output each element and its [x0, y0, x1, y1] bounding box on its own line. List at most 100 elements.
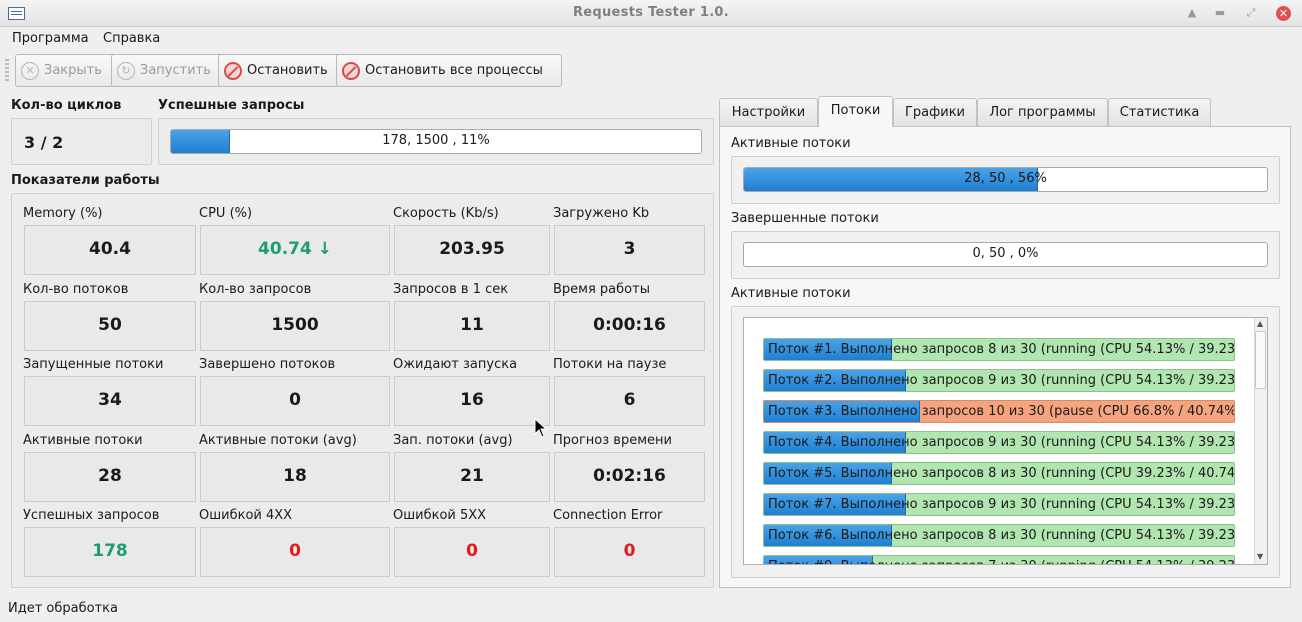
- metric-label: Ошибкой 5XX: [393, 508, 487, 523]
- status-bar: Идет обработка: [0, 598, 1302, 622]
- metric-label: Запросов в 1 сек: [393, 282, 509, 297]
- metric-value: 16: [394, 376, 550, 426]
- scroll-down-icon[interactable]: ▼: [1257, 552, 1263, 561]
- start-button-label: Запустить: [140, 63, 211, 78]
- toolbar: ✕ Закрыть ↻ Запустить Остановить Останов…: [0, 51, 1302, 89]
- metric-label: Активные потоки: [23, 433, 143, 448]
- tab-0[interactable]: Настройки: [719, 98, 818, 126]
- metric-value: 40.4: [24, 225, 196, 275]
- window-title: Requests Tester 1.0.: [572, 5, 730, 20]
- cycles-box: 3 / 2: [11, 118, 152, 165]
- thread-text: Поток #9. Выполнено запросов 7 из 30 (ru…: [768, 556, 1234, 564]
- metric-label: Прогноз времени: [553, 433, 672, 448]
- shade-icon[interactable]: ▲: [1184, 5, 1200, 21]
- thread-text: Поток #2. Выполнено запросов 9 из 30 (ru…: [768, 373, 1235, 388]
- menu-bar: Программа Справка: [0, 27, 1302, 51]
- thread-list[interactable]: Поток #1. Выполнено запросов 8 из 30 (ru…: [743, 317, 1268, 565]
- stop-button[interactable]: Остановить: [218, 54, 348, 87]
- metric-value: 0: [394, 527, 550, 577]
- maximize-icon[interactable]: ⤢: [1243, 5, 1259, 21]
- title-bar[interactable]: Requests Tester 1.0. ▲ ▬ ⤢ ✕: [0, 0, 1302, 27]
- metrics-title: Показатели работы: [11, 173, 160, 188]
- metric-value: 18: [200, 452, 390, 502]
- metric-value: 1500: [200, 301, 390, 351]
- toolbar-grip[interactable]: [5, 59, 9, 81]
- thread-text: Поток #7. Выполнено запросов 9 из 30 (ru…: [768, 497, 1235, 512]
- success-label: Успешные запросы: [158, 98, 305, 113]
- metric-value: 0: [554, 527, 705, 577]
- start-button[interactable]: ↻ Запустить: [111, 54, 230, 87]
- stop-all-button-label: Остановить все процессы: [365, 63, 543, 78]
- finished-threads-label: Завершенные потоки: [731, 211, 879, 226]
- active-threads-label: Активные потоки: [731, 136, 851, 151]
- stop-icon: [224, 61, 242, 80]
- metric-label: Ошибкой 4XX: [199, 508, 293, 523]
- metric-value: 28: [24, 452, 196, 502]
- start-icon: ↻: [117, 61, 135, 80]
- metric-label: Скорость (Kb/s): [393, 206, 499, 221]
- thread-item[interactable]: Поток #1. Выполнено запросов 8 из 30 (ru…: [763, 338, 1235, 361]
- menu-program[interactable]: Программа: [12, 31, 89, 46]
- tab-1[interactable]: Потоки: [818, 96, 893, 127]
- metric-label: Ожидают запуска: [393, 357, 518, 372]
- metric-label: Кол-во запросов: [199, 282, 312, 297]
- tab-2[interactable]: Графики: [893, 98, 977, 126]
- metric-label: Memory (%): [23, 206, 103, 221]
- success-progress: 178, 1500 , 11%: [170, 129, 702, 154]
- thread-item[interactable]: Поток #6. Выполнено запросов 8 из 30 (ru…: [763, 524, 1235, 547]
- thread-item[interactable]: Поток #5. Выполнено запросов 8 из 30 (ru…: [763, 462, 1235, 485]
- cycles-label: Кол-во циклов: [11, 98, 122, 113]
- scroll-up-icon[interactable]: ▲: [1257, 319, 1263, 328]
- mouse-cursor-icon: [534, 418, 548, 438]
- thread-item[interactable]: Поток #7. Выполнено запросов 9 из 30 (ru…: [763, 493, 1235, 516]
- thread-item[interactable]: Поток #3. Выполнено запросов 10 из 30 (p…: [763, 400, 1235, 423]
- metric-value: 40.74 ↓: [200, 225, 390, 275]
- metric-label: Connection Error: [553, 508, 663, 523]
- metric-label: Загружено Kb: [553, 206, 650, 221]
- metric-label: Кол-во потоков: [23, 282, 129, 297]
- scrollbar-thumb[interactable]: [1255, 331, 1266, 389]
- stop-button-label: Остановить: [247, 63, 328, 78]
- metric-label: Запущенные потоки: [23, 357, 164, 372]
- thread-text: Поток #4. Выполнено запросов 9 из 30 (ru…: [768, 435, 1235, 450]
- metric-value: 34: [24, 376, 196, 426]
- metric-label: Завершено потоков: [199, 357, 336, 372]
- thread-text: Поток #1. Выполнено запросов 8 из 30 (ru…: [768, 342, 1235, 357]
- thread-item[interactable]: Поток #2. Выполнено запросов 9 из 30 (ru…: [763, 369, 1235, 392]
- close-button-label: Закрыть: [44, 63, 102, 78]
- active-threads-progress: 28, 50 , 56%: [743, 167, 1268, 192]
- metric-value: 0:02:16: [554, 452, 705, 502]
- metric-value: 0: [200, 527, 390, 577]
- close-window-icon[interactable]: ✕: [1276, 6, 1291, 21]
- metric-label: Успешных запросов: [23, 508, 160, 523]
- thread-list-label: Активные потоки: [731, 286, 851, 301]
- close-circle-icon: ✕: [21, 61, 39, 80]
- active-threads-text: 28, 50 , 56%: [964, 171, 1047, 186]
- metric-label: CPU (%): [199, 206, 253, 221]
- metric-value: 21: [394, 452, 550, 502]
- metric-value: 3: [554, 225, 705, 275]
- thread-text: Поток #5. Выполнено запросов 8 из 30 (ru…: [768, 466, 1235, 481]
- stop-all-icon: [342, 61, 360, 80]
- status-text: Идет обработка: [8, 601, 118, 616]
- menu-help[interactable]: Справка: [103, 31, 160, 46]
- metric-value: 50: [24, 301, 196, 351]
- stop-all-button[interactable]: Остановить все процессы: [336, 54, 562, 87]
- tab-3[interactable]: Лог программы: [977, 98, 1108, 126]
- metric-value: 11: [394, 301, 550, 351]
- metric-label: Зап. потоки (avg): [393, 433, 513, 448]
- metric-value: 0: [200, 376, 390, 426]
- metric-label: Время работы: [553, 282, 650, 297]
- thread-item[interactable]: Поток #9. Выполнено запросов 7 из 30 (ru…: [763, 555, 1235, 564]
- metric-label: Потоки на паузе: [553, 357, 667, 372]
- close-button[interactable]: ✕ Закрыть: [15, 54, 121, 87]
- finished-threads-text: 0, 50 , 0%: [972, 246, 1039, 261]
- metric-value: 178: [24, 527, 196, 577]
- tab-4[interactable]: Статистика: [1108, 98, 1211, 126]
- finished-threads-progress: 0, 50 , 0%: [743, 242, 1268, 267]
- cycles-value: 3 / 2: [24, 133, 64, 152]
- minimize-icon[interactable]: ▬: [1212, 5, 1228, 21]
- thread-item[interactable]: Поток #4. Выполнено запросов 9 из 30 (ru…: [763, 431, 1235, 454]
- metric-value: 6: [554, 376, 705, 426]
- metric-value: 203.95: [394, 225, 550, 275]
